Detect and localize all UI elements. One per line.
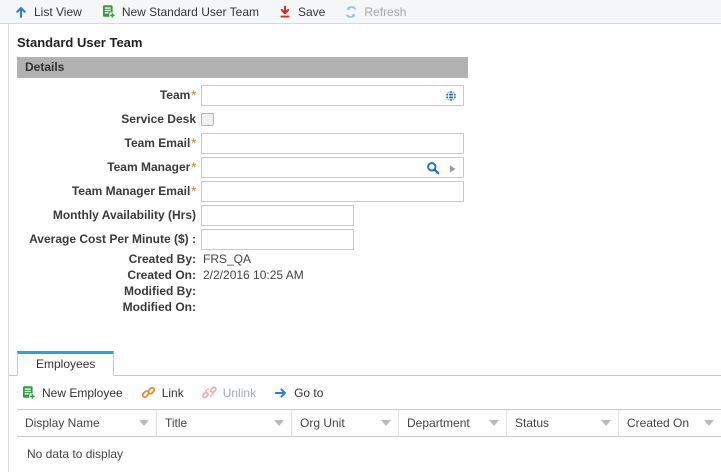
tab-employees[interactable]: Employees	[17, 351, 114, 376]
column-header-org-unit[interactable]: Org Unit	[292, 410, 399, 436]
link-button[interactable]: Link	[141, 385, 184, 400]
arrow-right-icon	[274, 386, 288, 400]
column-header-display-name[interactable]: Display Name	[17, 410, 157, 436]
team-label: Team*	[9, 88, 196, 102]
unlink-icon	[202, 385, 217, 400]
column-header-created-on[interactable]: Created On	[619, 410, 721, 436]
team-manager-email-row: Team Manager Email*	[9, 179, 721, 203]
new-standard-user-team-label: New Standard User Team	[122, 5, 259, 19]
main-toolbar: List View New Standard User Team Save	[0, 0, 721, 24]
average-cost-row: Average Cost Per Minute ($) :	[9, 227, 721, 251]
grid-empty-message: No data to display	[17, 437, 721, 461]
globe-icon[interactable]	[444, 89, 458, 106]
refresh-label: Refresh	[364, 5, 406, 19]
service-desk-row: Service Desk	[9, 107, 721, 131]
link-label: Link	[162, 386, 184, 400]
average-cost-label: Average Cost Per Minute ($) :	[9, 232, 196, 246]
filter-icon[interactable]	[274, 420, 284, 426]
expand-right-icon[interactable]	[448, 163, 457, 177]
monthly-availability-row: Monthly Availability (Hrs)	[9, 203, 721, 227]
created-on-label: Created On:	[9, 268, 196, 282]
created-by-label: Created By:	[9, 252, 196, 266]
team-input[interactable]	[201, 85, 464, 106]
go-to-label: Go to	[294, 386, 323, 400]
modified-by-row: Modified By:	[9, 283, 721, 299]
monthly-availability-label: Monthly Availability (Hrs)	[9, 208, 196, 222]
filter-icon[interactable]	[139, 420, 149, 426]
unlink-label: Unlink	[223, 386, 256, 400]
created-by-row: Created By: FRS_QA	[9, 251, 721, 267]
new-employee-label: New Employee	[42, 386, 123, 400]
search-icon[interactable]	[426, 161, 440, 178]
list-view-label: List View	[34, 5, 82, 19]
created-on-row: Created On: 2/2/2016 10:25 AM	[9, 267, 721, 283]
required-marker: *	[191, 88, 196, 102]
service-desk-label: Service Desk	[9, 112, 196, 126]
filter-icon[interactable]	[601, 420, 611, 426]
record-panel: Standard User Team Details Team*	[8, 24, 721, 472]
team-email-row: Team Email*	[9, 131, 721, 155]
column-header-status[interactable]: Status	[507, 410, 619, 436]
grid-header-row: Display Name Title Org Unit Department S…	[17, 409, 721, 437]
team-manager-label: Team Manager*	[9, 160, 196, 174]
save-icon	[278, 5, 292, 19]
modified-on-label: Modified On:	[9, 300, 196, 314]
monthly-availability-input[interactable]	[201, 205, 354, 226]
required-marker: *	[191, 160, 196, 174]
filter-icon[interactable]	[704, 420, 714, 426]
required-marker: *	[191, 136, 196, 150]
created-by-value: FRS_QA	[203, 252, 251, 266]
created-on-value: 2/2/2016 10:25 AM	[203, 268, 304, 282]
unlink-button: Unlink	[202, 385, 256, 400]
new-document-icon	[21, 385, 36, 400]
team-manager-row: Team Manager*	[9, 155, 721, 179]
team-manager-email-label: Team Manager Email*	[9, 184, 196, 198]
team-email-label: Team Email*	[9, 136, 196, 150]
team-manager-input[interactable]	[201, 157, 464, 178]
service-desk-checkbox[interactable]	[201, 113, 214, 126]
details-section-header: Details	[17, 57, 468, 78]
team-manager-email-input[interactable]	[201, 181, 464, 202]
refresh-button: Refresh	[344, 5, 406, 19]
column-header-title[interactable]: Title	[157, 410, 292, 436]
team-row: Team*	[9, 83, 721, 107]
tab-strip: Employees	[9, 351, 721, 376]
filter-icon[interactable]	[381, 420, 391, 426]
column-header-department[interactable]: Department	[399, 410, 507, 436]
modified-on-row: Modified On:	[9, 299, 721, 315]
new-standard-user-team-button[interactable]: New Standard User Team	[101, 4, 259, 19]
refresh-icon	[344, 5, 358, 19]
team-email-input[interactable]	[201, 133, 464, 154]
page-title: Standard User Team	[9, 24, 721, 50]
go-to-button[interactable]: Go to	[274, 386, 323, 400]
details-form: Team* Service Desk	[9, 83, 721, 315]
employees-toolbar: New Employee Link	[9, 376, 721, 409]
modified-by-label: Modified By:	[9, 284, 196, 298]
filter-icon[interactable]	[489, 420, 499, 426]
list-view-button[interactable]: List View	[14, 5, 82, 19]
arrow-up-icon	[14, 5, 28, 19]
new-employee-button[interactable]: New Employee	[21, 385, 123, 400]
required-marker: *	[191, 184, 196, 198]
average-cost-input[interactable]	[201, 229, 354, 250]
employees-grid: Display Name Title Org Unit Department S…	[17, 409, 721, 461]
link-icon	[141, 385, 156, 400]
new-document-icon	[101, 4, 116, 19]
save-label: Save	[298, 5, 325, 19]
save-button[interactable]: Save	[278, 5, 325, 19]
